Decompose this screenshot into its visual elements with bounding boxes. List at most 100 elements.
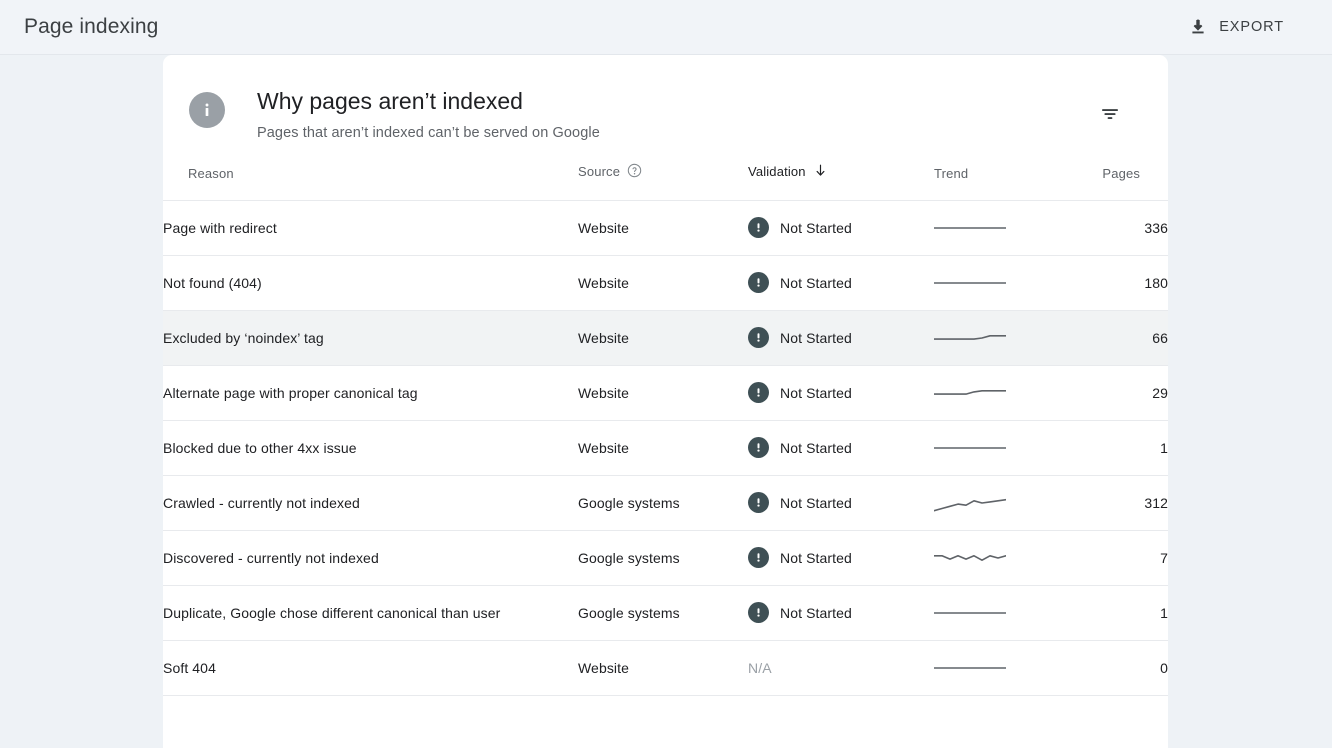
cell-reason[interactable]: Discovered - currently not indexed xyxy=(163,530,578,585)
error-exclamation-icon xyxy=(748,492,769,513)
page-title: Page indexing xyxy=(24,15,158,39)
arrow-down-icon xyxy=(813,163,828,181)
cell-reason[interactable]: Crawled - currently not indexed xyxy=(163,475,578,530)
table-row[interactable]: Duplicate, Google chose different canoni… xyxy=(163,585,1168,640)
error-exclamation-icon xyxy=(748,602,769,623)
why-pages-arent-indexed-card: Why pages aren’t indexed Pages that aren… xyxy=(163,55,1168,748)
cell-validation: Not Started xyxy=(748,310,918,365)
cell-validation: Not Started xyxy=(748,200,918,255)
help-circle-icon[interactable] xyxy=(627,163,642,181)
cell-reason[interactable]: Alternate page with proper canonical tag xyxy=(163,365,578,420)
validation-status-label: Not Started xyxy=(780,330,852,346)
cell-trend xyxy=(918,200,1058,255)
cell-pages: 66 xyxy=(1058,310,1168,365)
error-exclamation-icon xyxy=(748,382,769,403)
cell-trend xyxy=(918,420,1058,475)
card-header-text: Why pages aren’t indexed Pages that aren… xyxy=(257,87,1092,141)
column-header-trend[interactable]: Trend xyxy=(918,163,1058,201)
cell-source: Website xyxy=(578,310,748,365)
validation-status-label: Not Started xyxy=(780,495,852,511)
validation-status-label: Not Started xyxy=(780,440,852,456)
validation-status-label: Not Started xyxy=(780,275,852,291)
cell-source: Website xyxy=(578,420,748,475)
export-button[interactable]: EXPORT xyxy=(1184,11,1288,43)
error-exclamation-icon xyxy=(748,437,769,458)
column-header-pages[interactable]: Pages xyxy=(1058,163,1168,201)
cell-source: Website xyxy=(578,255,748,310)
validation-status-label: Not Started xyxy=(780,550,852,566)
cell-validation: Not Started xyxy=(748,585,918,640)
export-label: EXPORT xyxy=(1219,19,1284,35)
cell-reason[interactable]: Page with redirect xyxy=(163,200,578,255)
cell-trend xyxy=(918,585,1058,640)
table-row[interactable]: Crawled - currently not indexedGoogle sy… xyxy=(163,475,1168,530)
cell-trend xyxy=(918,530,1058,585)
column-header-source[interactable]: Source xyxy=(578,163,748,201)
cell-source: Google systems xyxy=(578,530,748,585)
cell-source: Website xyxy=(578,640,748,695)
cell-validation: Not Started xyxy=(748,255,918,310)
table-row[interactable]: Not found (404)Website Not Started 180 xyxy=(163,255,1168,310)
cell-validation: Not Started xyxy=(748,475,918,530)
cell-source: Google systems xyxy=(578,475,748,530)
table-row[interactable]: Soft 404WebsiteN/A 0 xyxy=(163,640,1168,695)
card-subtitle: Pages that aren’t indexed can’t be serve… xyxy=(257,125,1092,141)
column-header-trend-label: Trend xyxy=(934,166,968,181)
page-indexing-table: Reason Source xyxy=(163,163,1168,696)
cell-trend xyxy=(918,365,1058,420)
cell-source: Website xyxy=(578,365,748,420)
cell-reason[interactable]: Soft 404 xyxy=(163,640,578,695)
cell-pages: 0 xyxy=(1058,640,1168,695)
cell-validation: Not Started xyxy=(748,530,918,585)
cell-reason[interactable]: Duplicate, Google chose different canoni… xyxy=(163,585,578,640)
card-title: Why pages aren’t indexed xyxy=(257,87,1092,116)
error-exclamation-icon xyxy=(748,217,769,238)
cell-reason[interactable]: Blocked due to other 4xx issue xyxy=(163,420,578,475)
table-row[interactable]: Blocked due to other 4xx issueWebsite Not… xyxy=(163,420,1168,475)
cell-pages: 336 xyxy=(1058,200,1168,255)
column-header-source-label: Source xyxy=(578,164,620,179)
download-icon xyxy=(1188,17,1208,37)
table-row[interactable]: Excluded by ‘noindex’ tagWebsite Not Star… xyxy=(163,310,1168,365)
cell-pages: 1 xyxy=(1058,585,1168,640)
column-header-validation[interactable]: Validation xyxy=(748,163,918,201)
page-body: Why pages aren’t indexed Pages that aren… xyxy=(0,55,1332,748)
table-row[interactable]: Alternate page with proper canonical tag… xyxy=(163,365,1168,420)
card-header: Why pages aren’t indexed Pages that aren… xyxy=(163,55,1168,163)
error-exclamation-icon xyxy=(748,547,769,568)
cell-pages: 29 xyxy=(1058,365,1168,420)
cell-reason[interactable]: Not found (404) xyxy=(163,255,578,310)
filter-list-icon[interactable] xyxy=(1092,96,1128,132)
column-header-validation-label: Validation xyxy=(748,164,806,179)
table-row[interactable]: Page with redirectWebsite Not Started 336 xyxy=(163,200,1168,255)
cell-source: Google systems xyxy=(578,585,748,640)
error-exclamation-icon xyxy=(748,327,769,348)
cell-pages: 312 xyxy=(1058,475,1168,530)
column-header-reason[interactable]: Reason xyxy=(163,163,578,201)
cell-validation: Not Started xyxy=(748,365,918,420)
cell-pages: 180 xyxy=(1058,255,1168,310)
table-body: Page with redirectWebsiteNot Started336N… xyxy=(163,200,1168,695)
validation-status-label: Not Started xyxy=(780,385,852,401)
cell-validation: N/A xyxy=(748,640,918,695)
info-icon xyxy=(189,92,225,128)
column-header-reason-label: Reason xyxy=(188,166,234,181)
validation-status-label: Not Started xyxy=(780,605,852,621)
column-header-pages-label: Pages xyxy=(1102,166,1140,181)
cell-trend xyxy=(918,310,1058,365)
cell-source: Website xyxy=(578,200,748,255)
validation-status-label: Not Started xyxy=(780,220,852,236)
cell-trend xyxy=(918,255,1058,310)
table-header: Reason Source xyxy=(163,163,1168,201)
cell-trend xyxy=(918,475,1058,530)
cell-trend xyxy=(918,640,1058,695)
cell-pages: 7 xyxy=(1058,530,1168,585)
table-row[interactable]: Discovered - currently not indexedGoogle… xyxy=(163,530,1168,585)
cell-validation: Not Started xyxy=(748,420,918,475)
table-row-partial[interactable] xyxy=(163,695,1168,715)
cell-reason[interactable]: Excluded by ‘noindex’ tag xyxy=(163,310,578,365)
validation-status-label: N/A xyxy=(748,660,772,676)
error-exclamation-icon xyxy=(748,272,769,293)
app-bar: Page indexing EXPORT xyxy=(0,0,1332,55)
cell-pages: 1 xyxy=(1058,420,1168,475)
